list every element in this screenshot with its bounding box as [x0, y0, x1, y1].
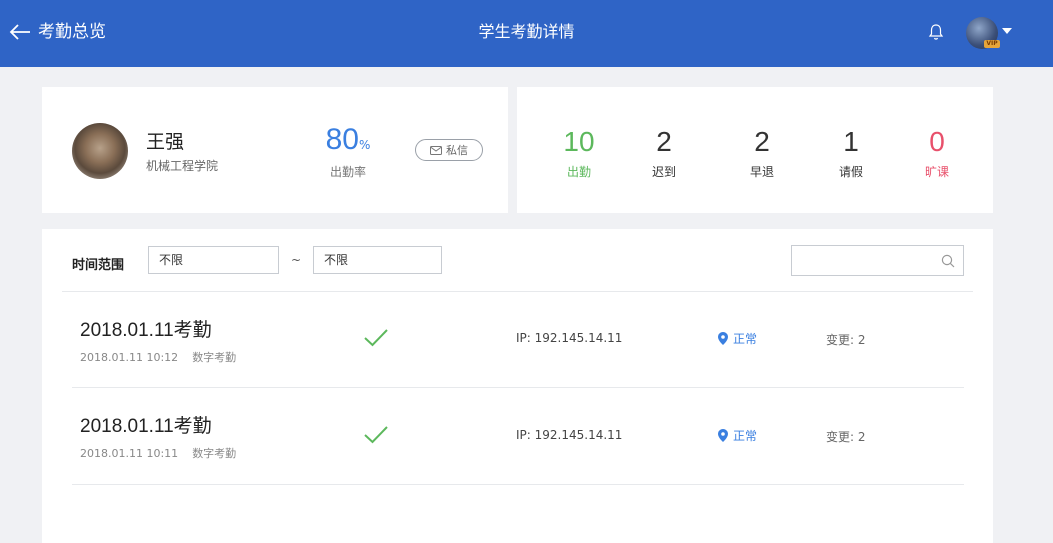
record-subtitle: 2018.01.11 10:11 数字考勤	[80, 445, 236, 461]
stat-value: 1	[843, 126, 859, 157]
record-status-label: 正常	[733, 332, 758, 346]
record-ip: IP: 192.145.14.11	[516, 428, 623, 442]
attendance-rate-unit: %	[358, 138, 371, 152]
checkmark-icon	[364, 329, 388, 347]
stat-value: 2	[754, 126, 770, 157]
stat-value: 10	[563, 126, 595, 157]
stat-value: 0	[929, 126, 945, 157]
search-input[interactable]	[791, 245, 964, 276]
stat-absent: 0 旷课	[907, 127, 967, 180]
profile-card: 王强 机械工程学院 80% 出勤率 私信	[42, 87, 508, 213]
range-separator: ~	[291, 253, 302, 267]
vip-badge: VIP	[984, 40, 1000, 48]
page-title: 学生考勤详情	[478, 22, 575, 41]
student-photo	[72, 123, 128, 179]
attendance-rate: 80%	[318, 123, 378, 157]
record-change: 变更: 2	[826, 430, 866, 444]
bell-icon[interactable]	[928, 23, 944, 41]
location-pin-icon	[718, 332, 728, 345]
stat-value: 2	[656, 126, 672, 157]
records-card: 时间范围 不限 ~ 不限 2018.01.11考勤 2018.01.11 10:…	[42, 229, 993, 543]
checkmark-icon	[364, 426, 388, 444]
caret-down-icon[interactable]	[1002, 27, 1012, 35]
stat-present: 10 出勤	[549, 127, 609, 180]
stat-label: 请假	[838, 165, 863, 179]
record-ip: IP: 192.145.14.11	[516, 331, 623, 345]
stat-label: 迟到	[651, 165, 676, 179]
record-change: 变更: 2	[826, 333, 866, 347]
message-button[interactable]: 私信	[415, 139, 483, 161]
divider	[62, 291, 973, 292]
record-datetime: 2018.01.11 10:12	[80, 351, 179, 364]
envelope-icon	[430, 145, 442, 155]
student-name: 王强	[146, 131, 185, 153]
record-status-label: 正常	[733, 429, 758, 443]
time-range-label: 时间范围	[72, 258, 125, 273]
record-status: 正常	[718, 427, 757, 444]
record-method: 数字考勤	[192, 447, 237, 460]
end-date-field[interactable]: 不限	[313, 246, 442, 274]
stat-label: 早退	[749, 165, 774, 179]
record-title[interactable]: 2018.01.11考勤	[80, 315, 212, 342]
stat-early-leave: 2 早退	[732, 127, 792, 180]
stat-label: 旷课	[924, 165, 949, 179]
record-subtitle: 2018.01.11 10:12 数字考勤	[80, 349, 236, 365]
stat-leave: 1 请假	[821, 127, 881, 180]
record-datetime: 2018.01.11 10:11	[80, 447, 179, 460]
stat-late: 2 迟到	[634, 127, 694, 180]
location-pin-icon	[718, 429, 728, 442]
record-method: 数字考勤	[192, 351, 237, 364]
attendance-rate-label: 出勤率	[329, 165, 366, 179]
start-date-field[interactable]: 不限	[148, 246, 279, 274]
divider	[72, 484, 964, 485]
divider	[72, 387, 964, 388]
stats-card: 10 出勤 2 迟到 2 早退 1 请假 0 旷课	[517, 87, 993, 213]
student-school: 机械工程学院	[146, 159, 219, 173]
top-bar: 考勤总览 学生考勤详情 VIP	[0, 0, 1053, 67]
record-title[interactable]: 2018.01.11考勤	[80, 411, 212, 438]
attendance-rate-value: 80	[325, 123, 359, 156]
search-icon[interactable]	[941, 254, 955, 268]
message-button-label: 私信	[446, 144, 468, 157]
stat-label: 出勤	[566, 165, 591, 179]
record-status: 正常	[718, 330, 757, 347]
